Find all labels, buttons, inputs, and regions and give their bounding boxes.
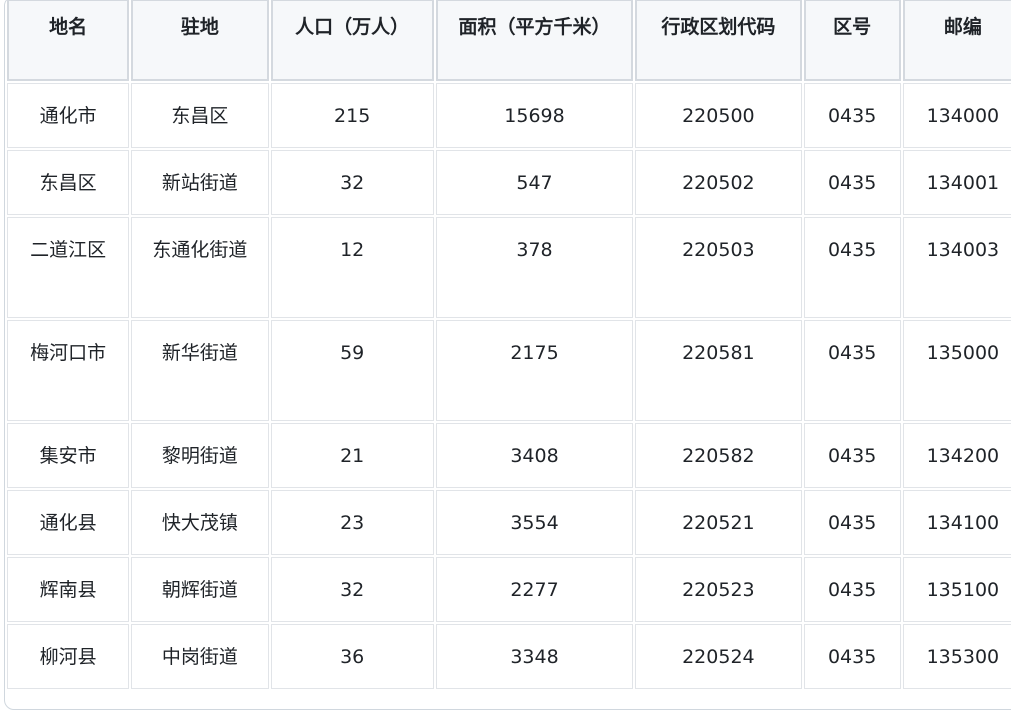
cell-place-name: 柳河县 [7, 624, 130, 689]
table-row: 东昌区 新站街道 32 547 220502 0435 134001 [7, 150, 1011, 215]
cell-area: 3554 [435, 490, 634, 555]
table-row: 通化市 东昌区 215 15698 220500 0435 134000 [7, 83, 1011, 148]
cell-area-code: 0435 [803, 624, 901, 689]
cell-seat: 东昌区 [131, 83, 269, 148]
header-area-code: 区号 [803, 0, 901, 81]
cell-area-code: 0435 [803, 217, 901, 318]
cell-population: 23 [270, 490, 434, 555]
cell-division-code: 220503 [635, 217, 802, 318]
cell-postal-code: 134001 [902, 150, 1011, 215]
header-area: 面积（平方千米） [435, 0, 634, 81]
cell-division-code: 220502 [635, 150, 802, 215]
cell-division-code: 220581 [635, 320, 802, 421]
cell-division-code: 220582 [635, 423, 802, 488]
region-table: 地名 驻地 人口（万人） 面积（平方千米） 行政区划代码 区号 邮编 通化市 东… [5, 0, 1011, 691]
header-seat: 驻地 [131, 0, 269, 81]
table-row: 辉南县 朝辉街道 32 2277 220523 0435 135100 [7, 557, 1011, 622]
cell-place-name: 通化市 [7, 83, 130, 148]
header-place-name: 地名 [7, 0, 130, 81]
cell-population: 21 [270, 423, 434, 488]
cell-place-name: 辉南县 [7, 557, 130, 622]
cell-postal-code: 135300 [902, 624, 1011, 689]
cell-division-code: 220524 [635, 624, 802, 689]
cell-population: 32 [270, 557, 434, 622]
table-body: 通化市 东昌区 215 15698 220500 0435 134000 东昌区… [7, 83, 1011, 689]
cell-postal-code: 134100 [902, 490, 1011, 555]
table-header: 地名 驻地 人口（万人） 面积（平方千米） 行政区划代码 区号 邮编 [7, 0, 1011, 81]
cell-area-code: 0435 [803, 320, 901, 421]
cell-population: 215 [270, 83, 434, 148]
cell-area-code: 0435 [803, 150, 901, 215]
table-row: 集安市 黎明街道 21 3408 220582 0435 134200 [7, 423, 1011, 488]
cell-population: 32 [270, 150, 434, 215]
cell-area: 547 [435, 150, 634, 215]
cell-place-name: 集安市 [7, 423, 130, 488]
cell-area: 378 [435, 217, 634, 318]
cell-place-name: 梅河口市 [7, 320, 130, 421]
cell-place-name: 通化县 [7, 490, 130, 555]
cell-postal-code: 134003 [902, 217, 1011, 318]
cell-seat: 东通化街道 [131, 217, 269, 318]
cell-population: 12 [270, 217, 434, 318]
cell-population: 59 [270, 320, 434, 421]
header-population: 人口（万人） [270, 0, 434, 81]
cell-seat: 新站街道 [131, 150, 269, 215]
table-container: 地名 驻地 人口（万人） 面积（平方千米） 行政区划代码 区号 邮编 通化市 东… [4, 0, 1011, 710]
cell-division-code: 220523 [635, 557, 802, 622]
cell-postal-code: 135100 [902, 557, 1011, 622]
header-postal-code: 邮编 [902, 0, 1011, 81]
cell-postal-code: 135000 [902, 320, 1011, 421]
cell-division-code: 220521 [635, 490, 802, 555]
cell-population: 36 [270, 624, 434, 689]
cell-seat: 中岗街道 [131, 624, 269, 689]
cell-postal-code: 134200 [902, 423, 1011, 488]
cell-area-code: 0435 [803, 423, 901, 488]
cell-area: 3348 [435, 624, 634, 689]
cell-area: 15698 [435, 83, 634, 148]
cell-place-name: 二道江区 [7, 217, 130, 318]
cell-area: 2175 [435, 320, 634, 421]
header-row: 地名 驻地 人口（万人） 面积（平方千米） 行政区划代码 区号 邮编 [7, 0, 1011, 81]
table-row: 二道江区 东通化街道 12 378 220503 0435 134003 [7, 217, 1011, 318]
cell-division-code: 220500 [635, 83, 802, 148]
table-row: 梅河口市 新华街道 59 2175 220581 0435 135000 [7, 320, 1011, 421]
cell-seat: 朝辉街道 [131, 557, 269, 622]
table-row: 柳河县 中岗街道 36 3348 220524 0435 135300 [7, 624, 1011, 689]
cell-area: 2277 [435, 557, 634, 622]
cell-area: 3408 [435, 423, 634, 488]
cell-seat: 新华街道 [131, 320, 269, 421]
cell-postal-code: 134000 [902, 83, 1011, 148]
table-row: 通化县 快大茂镇 23 3554 220521 0435 134100 [7, 490, 1011, 555]
cell-area-code: 0435 [803, 557, 901, 622]
cell-area-code: 0435 [803, 490, 901, 555]
cell-seat: 黎明街道 [131, 423, 269, 488]
cell-seat: 快大茂镇 [131, 490, 269, 555]
header-division-code: 行政区划代码 [635, 0, 802, 81]
cell-area-code: 0435 [803, 83, 901, 148]
cell-place-name: 东昌区 [7, 150, 130, 215]
